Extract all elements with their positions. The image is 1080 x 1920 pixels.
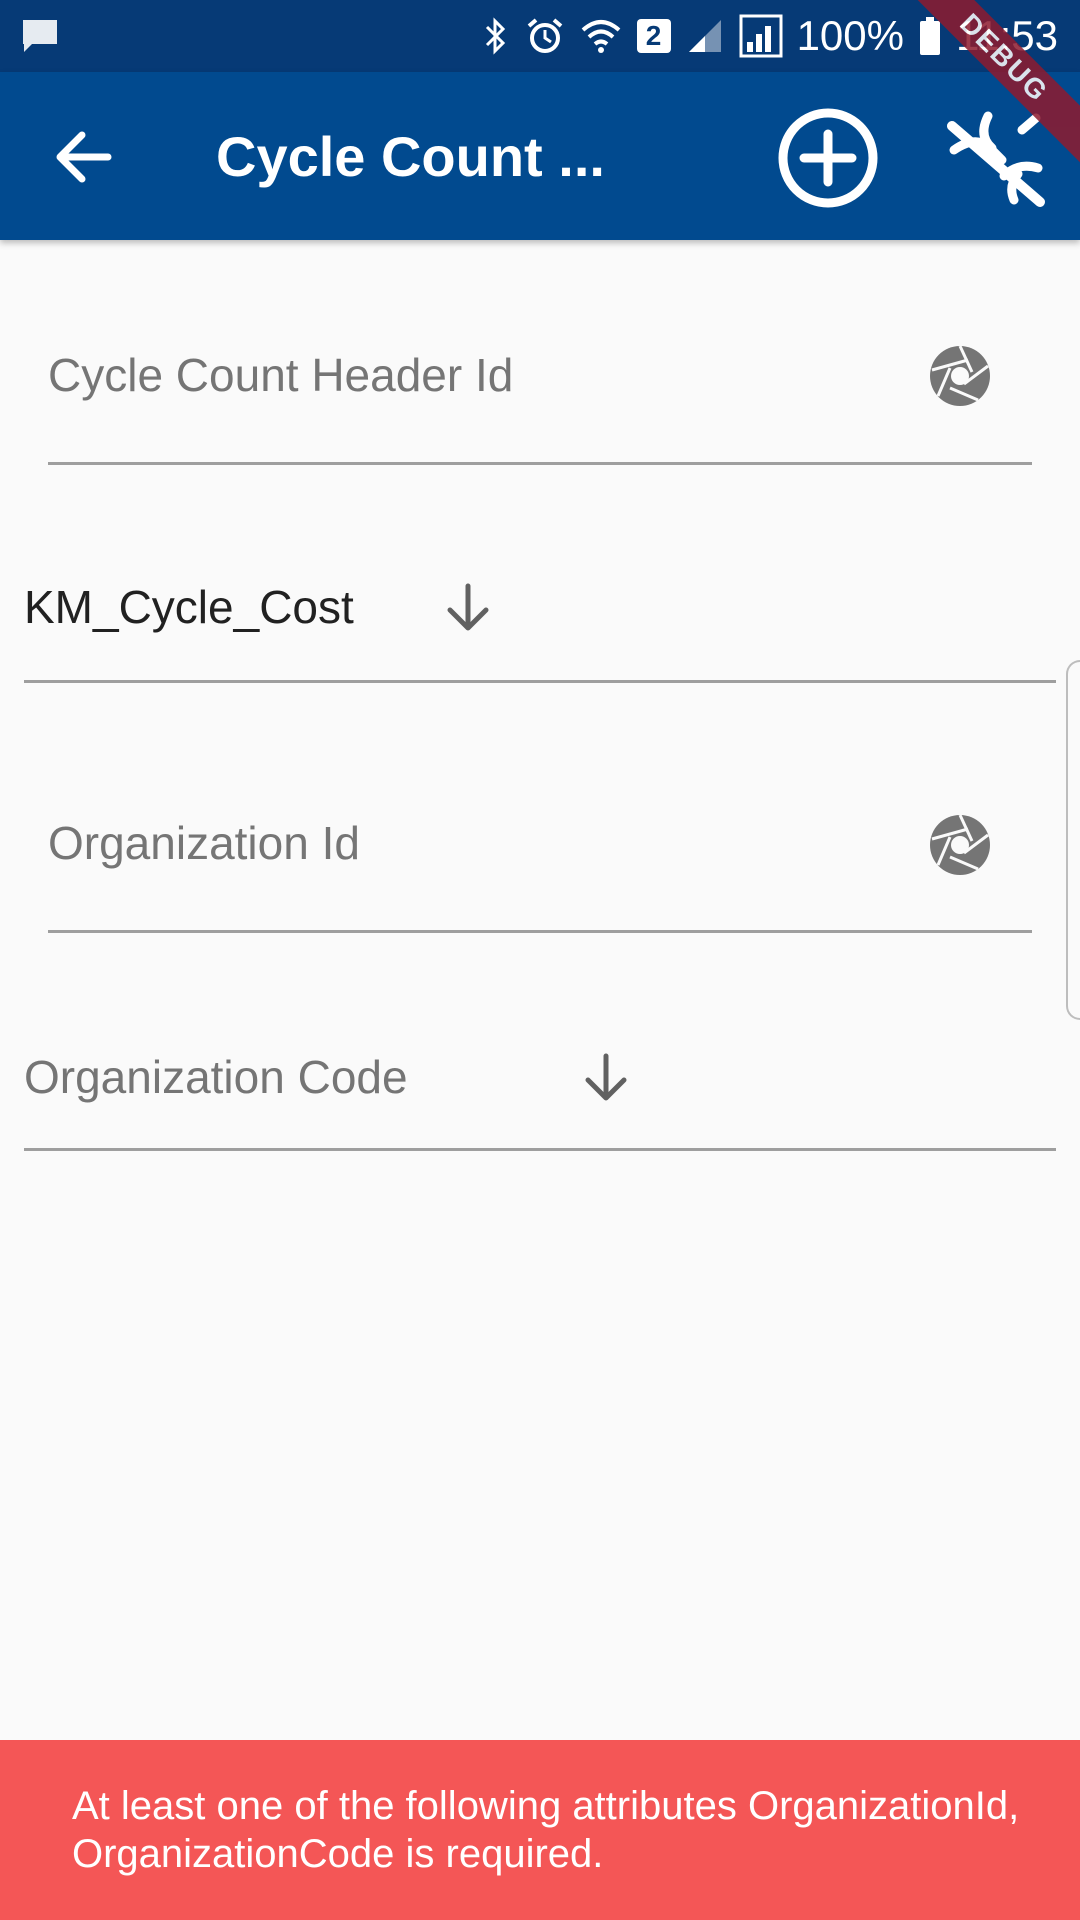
signal-icon [739, 14, 783, 58]
organization-id-input[interactable]: Organization Id [48, 816, 360, 870]
bluetooth-icon [485, 17, 505, 55]
cycle-count-dropdown[interactable]: KM_Cycle_Cost [24, 580, 354, 634]
snackbar-message: At least one of the following attributes… [72, 1784, 1020, 1876]
status-bar: 2 100% 11:53 [0, 0, 1080, 72]
signal-icon [688, 20, 721, 52]
battery-percent: 100% [796, 12, 904, 59]
camera-shutter-icon[interactable] [928, 344, 992, 408]
organization-code-underline [24, 1148, 1056, 1151]
organization-code-dropdown[interactable]: Organization Code [24, 1050, 408, 1104]
header-id-underline [48, 462, 1032, 465]
arrow-down-icon[interactable] [440, 580, 496, 636]
organization-id-underline [48, 930, 1032, 933]
battery-icon [920, 17, 940, 55]
alarm-icon [527, 18, 562, 53]
arrow-down-icon[interactable] [578, 1050, 634, 1106]
sim-badge: 2 [636, 19, 671, 53]
cycle-dropdown-underline [24, 680, 1056, 683]
tools-off-icon[interactable] [944, 106, 1048, 210]
add-circle-icon[interactable] [776, 106, 880, 210]
header-id-input[interactable]: Cycle Count Header Id [48, 348, 513, 402]
error-snackbar: At least one of the following attributes… [0, 1740, 1080, 1920]
scroll-edge [1066, 660, 1080, 1020]
message-icon [23, 20, 57, 52]
app-bar: Cycle Count ... [0, 72, 1080, 240]
camera-shutter-icon[interactable] [928, 813, 992, 877]
wifi-icon [581, 20, 620, 53]
page-title: Cycle Count ... [216, 125, 605, 188]
back-arrow-icon[interactable] [48, 122, 118, 192]
